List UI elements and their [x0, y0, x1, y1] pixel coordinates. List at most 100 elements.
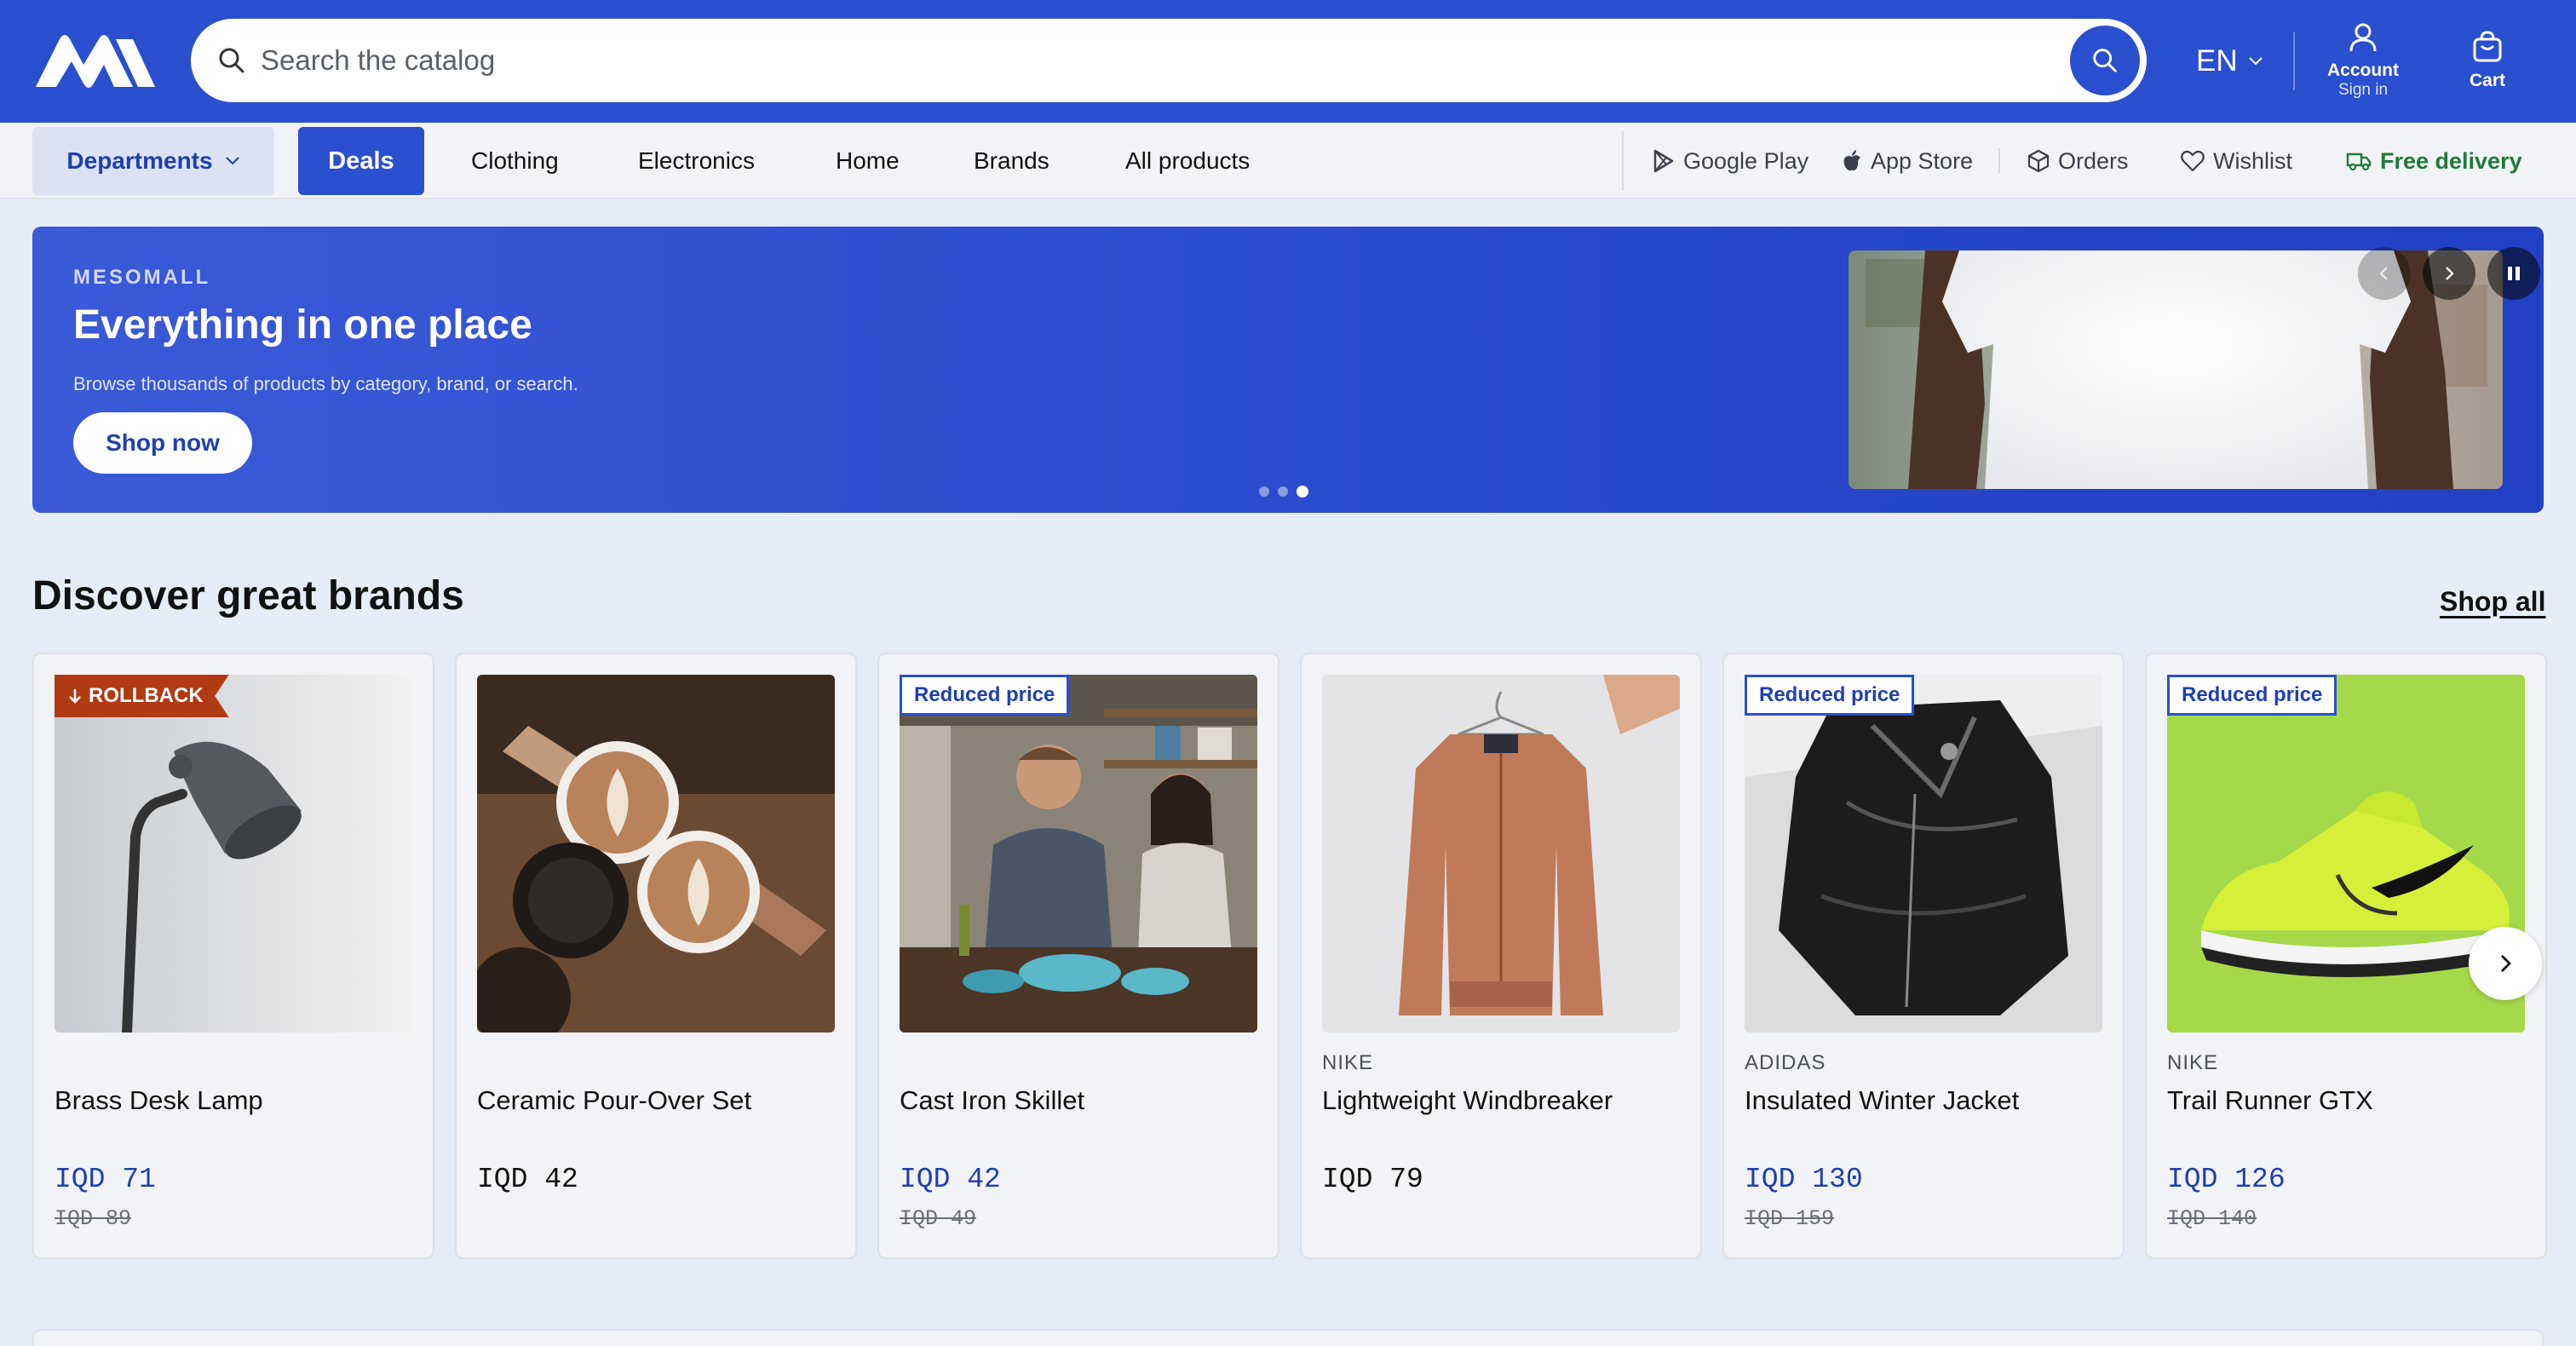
nav-divider — [1622, 131, 1624, 191]
product-price: IQD 126 — [2167, 1164, 2286, 1195]
badge-label: ROLLBACK — [89, 684, 204, 707]
nav-clothing[interactable]: Clothing — [471, 127, 559, 195]
product-name: Brass Desk Lamp — [55, 1085, 263, 1115]
nav-brands[interactable]: Brands — [974, 127, 1049, 195]
wishlist-link[interactable]: Wishlist — [2181, 127, 2292, 195]
product-brand: NIKE — [2167, 1051, 2219, 1074]
chevron-left-icon — [2379, 267, 2388, 280]
hero-headline: Everything in one place — [73, 302, 532, 348]
carousel-dot[interactable] — [1259, 486, 1269, 497]
product-old-price: IQD 49 — [900, 1206, 977, 1231]
next-section-container — [32, 1329, 2544, 1346]
nav-electronics[interactable]: Electronics — [638, 127, 755, 195]
google-play-link[interactable]: Google Play — [1653, 127, 1808, 195]
apple-icon — [1843, 150, 1860, 171]
carousel-dot-active[interactable] — [1297, 486, 1308, 498]
user-icon — [2349, 23, 2377, 52]
product-price: IQD 71 — [55, 1164, 156, 1195]
search-button[interactable] — [2070, 26, 2140, 95]
product-name: Lightweight Windbreaker — [1322, 1085, 1613, 1115]
nav-home[interactable]: Home — [836, 127, 900, 195]
product-card[interactable]: Ceramic Pour-Over Set IQD 42 — [455, 653, 857, 1259]
hero-next-button[interactable] — [2423, 247, 2475, 300]
product-price: IQD 130 — [1745, 1164, 1863, 1195]
chevron-right-icon — [2501, 955, 2511, 972]
wishlist-label: Wishlist — [2213, 147, 2292, 174]
shop-all-link[interactable]: Shop all — [2440, 586, 2545, 618]
google-play-label: Google Play — [1683, 147, 1809, 174]
logo-mark-icon — [36, 35, 155, 88]
search-icon — [2093, 49, 2117, 72]
cart-label: Cart — [2469, 71, 2505, 90]
section-title: Discover great brands — [32, 573, 464, 618]
rollback-badge: ROLLBACK — [55, 675, 229, 717]
product-image — [1322, 675, 1680, 1033]
product-name: Cast Iron Skillet — [900, 1085, 1085, 1115]
truck-icon — [2346, 152, 2372, 171]
language-label: EN — [2196, 44, 2238, 78]
hero-banner: MESOMALL Everything in one place Browse … — [32, 227, 2544, 513]
product-card[interactable]: NIKE Lightweight Windbreaker IQD 79 — [1300, 653, 1702, 1259]
product-price: IQD 79 — [1322, 1164, 1423, 1195]
orders-link[interactable]: Orders — [2027, 127, 2129, 195]
hero-eyebrow: MESOMALL — [73, 266, 211, 289]
site-logo[interactable] — [31, 31, 157, 92]
app-store-label: App Store — [1871, 147, 1974, 174]
free-delivery-label: Free delivery — [2380, 147, 2522, 174]
product-name: Trail Runner GTX — [2167, 1085, 2373, 1115]
hero-pause-button[interactable] — [2487, 247, 2540, 300]
reduced-price-badge: Reduced price — [1745, 675, 1915, 716]
account-button[interactable]: Account Sign in — [2310, 22, 2416, 101]
windbreaker-image — [1322, 675, 1680, 1033]
shop-now-button[interactable]: Shop now — [73, 412, 252, 474]
nav-divider — [1998, 148, 2000, 174]
product-card[interactable]: ROLLBACK Brass Desk Lamp IQD 71 IQD 89 — [32, 653, 434, 1259]
product-image — [55, 675, 412, 1033]
product-old-price: IQD 140 — [2167, 1206, 2257, 1231]
departments-button[interactable]: Departments — [32, 127, 274, 195]
search-icon — [219, 48, 244, 73]
search-bar — [191, 19, 2147, 102]
product-image — [900, 675, 1257, 1033]
free-delivery-link[interactable]: Free delivery — [2346, 127, 2522, 195]
hero-description: Browse thousands of products by category… — [73, 373, 578, 394]
app-store-link[interactable]: App Store — [1842, 127, 1973, 195]
carousel-dots — [1259, 486, 1308, 498]
language-selector[interactable]: EN — [2196, 37, 2263, 85]
product-card[interactable]: Reduced price ADIDAS Insulated Winter Ja… — [1722, 653, 2125, 1259]
product-price: IQD 42 — [477, 1164, 578, 1195]
product-brand: ADIDAS — [1745, 1051, 1826, 1074]
nav-bar: Departments Deals Clothing Electronics H… — [0, 123, 2576, 199]
chevron-down-icon — [225, 157, 239, 165]
cart-button[interactable]: Cart — [2447, 31, 2528, 99]
product-image — [1745, 675, 2102, 1033]
reduced-price-badge: Reduced price — [2167, 675, 2337, 716]
search-input[interactable] — [261, 36, 1964, 85]
arrow-down-icon — [69, 689, 81, 704]
header-divider — [2293, 32, 2295, 90]
cart-icon — [2473, 31, 2502, 62]
top-header: EN Account Sign in Cart — [0, 0, 2576, 123]
leather-jacket-image — [1745, 675, 2102, 1033]
account-label: Account — [2327, 60, 2399, 80]
box-icon — [2027, 149, 2050, 173]
nav-all-products[interactable]: All products — [1125, 127, 1250, 195]
product-old-price: IQD 159 — [1745, 1206, 1835, 1231]
pause-icon — [2508, 267, 2520, 280]
kitchen-people-image — [900, 675, 1257, 1033]
account-sign-in: Sign in — [2337, 81, 2389, 99]
chevron-down-icon — [2248, 57, 2263, 66]
google-play-icon — [1653, 149, 1674, 173]
heart-icon — [2181, 150, 2205, 172]
product-image — [477, 675, 835, 1033]
coffee-cups-image — [477, 675, 835, 1033]
nav-deals[interactable]: Deals — [298, 127, 424, 195]
product-old-price: IQD 89 — [55, 1206, 132, 1231]
product-card[interactable]: Reduced price Cast Iron Skillet IQD 42 I… — [877, 653, 1279, 1259]
hero-prev-button[interactable] — [2358, 247, 2411, 300]
product-name: Ceramic Pour-Over Set — [477, 1085, 752, 1115]
carousel-dot[interactable] — [1278, 486, 1288, 497]
products-next-button[interactable] — [2469, 927, 2542, 1000]
reduced-price-badge: Reduced price — [900, 675, 1070, 716]
departments-label: Departments — [66, 147, 213, 174]
